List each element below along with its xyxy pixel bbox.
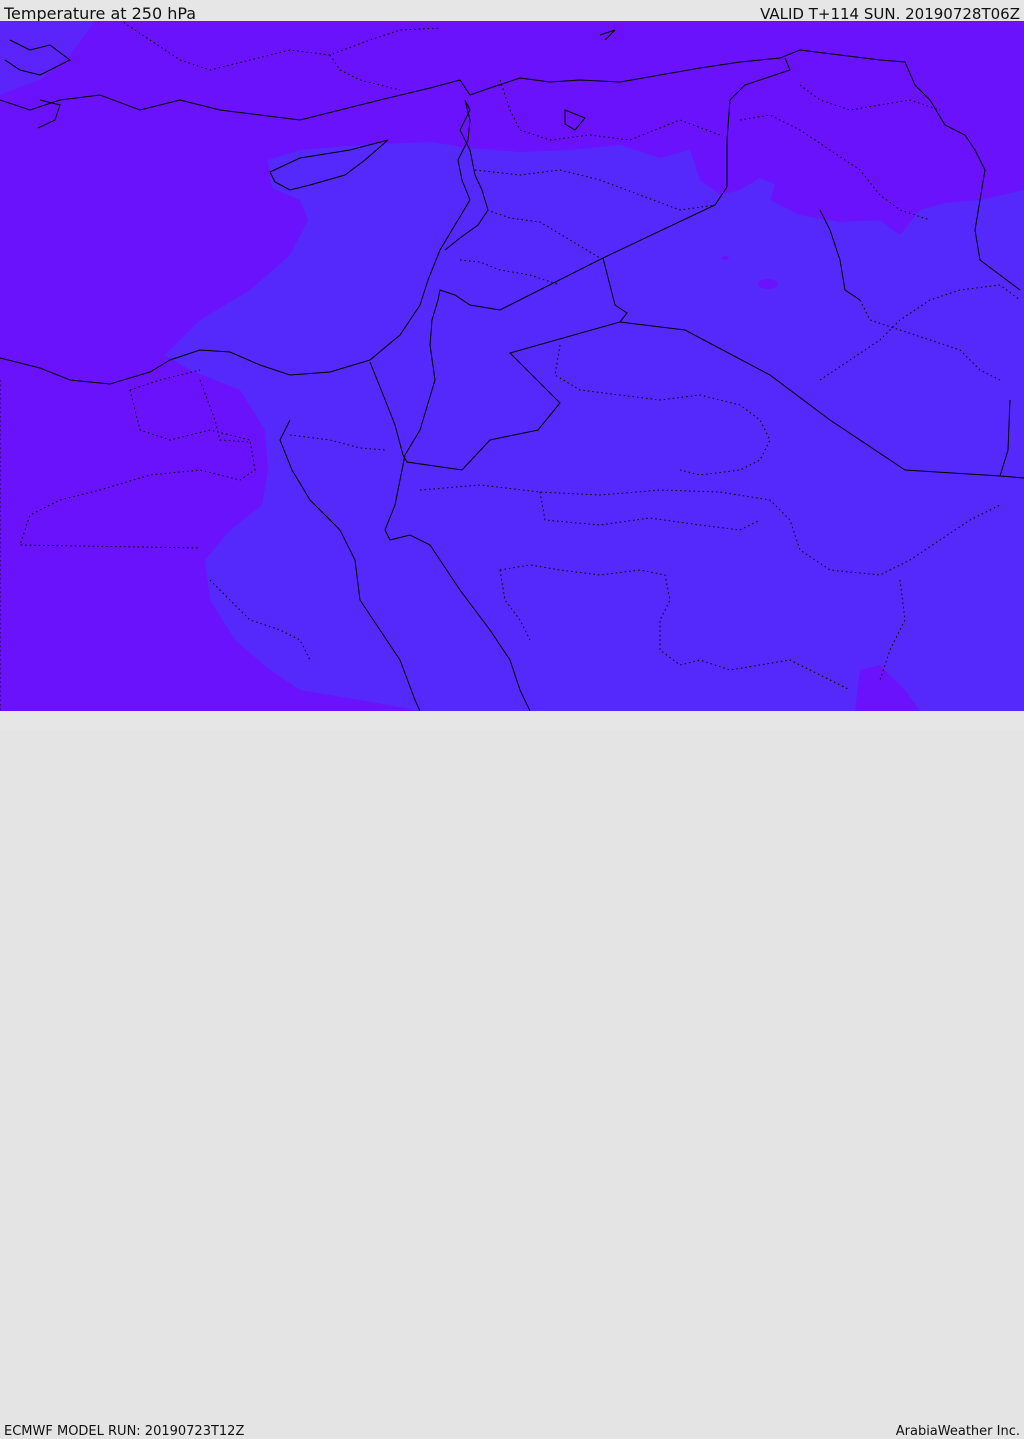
header-bar: Temperature at 250 hPa VALID T+114 SUN. … xyxy=(0,0,1024,23)
credit-label: ArabiaWeather Inc. xyxy=(895,1424,1020,1439)
lake xyxy=(758,279,778,289)
footer-bar: ECMWF MODEL RUN: 20190723T12Z ArabiaWeat… xyxy=(0,711,1024,1439)
model-run-label: ECMWF MODEL RUN: 20190723T12Z xyxy=(4,1424,245,1439)
map-area[interactable] xyxy=(0,21,1024,711)
lake xyxy=(721,256,729,260)
